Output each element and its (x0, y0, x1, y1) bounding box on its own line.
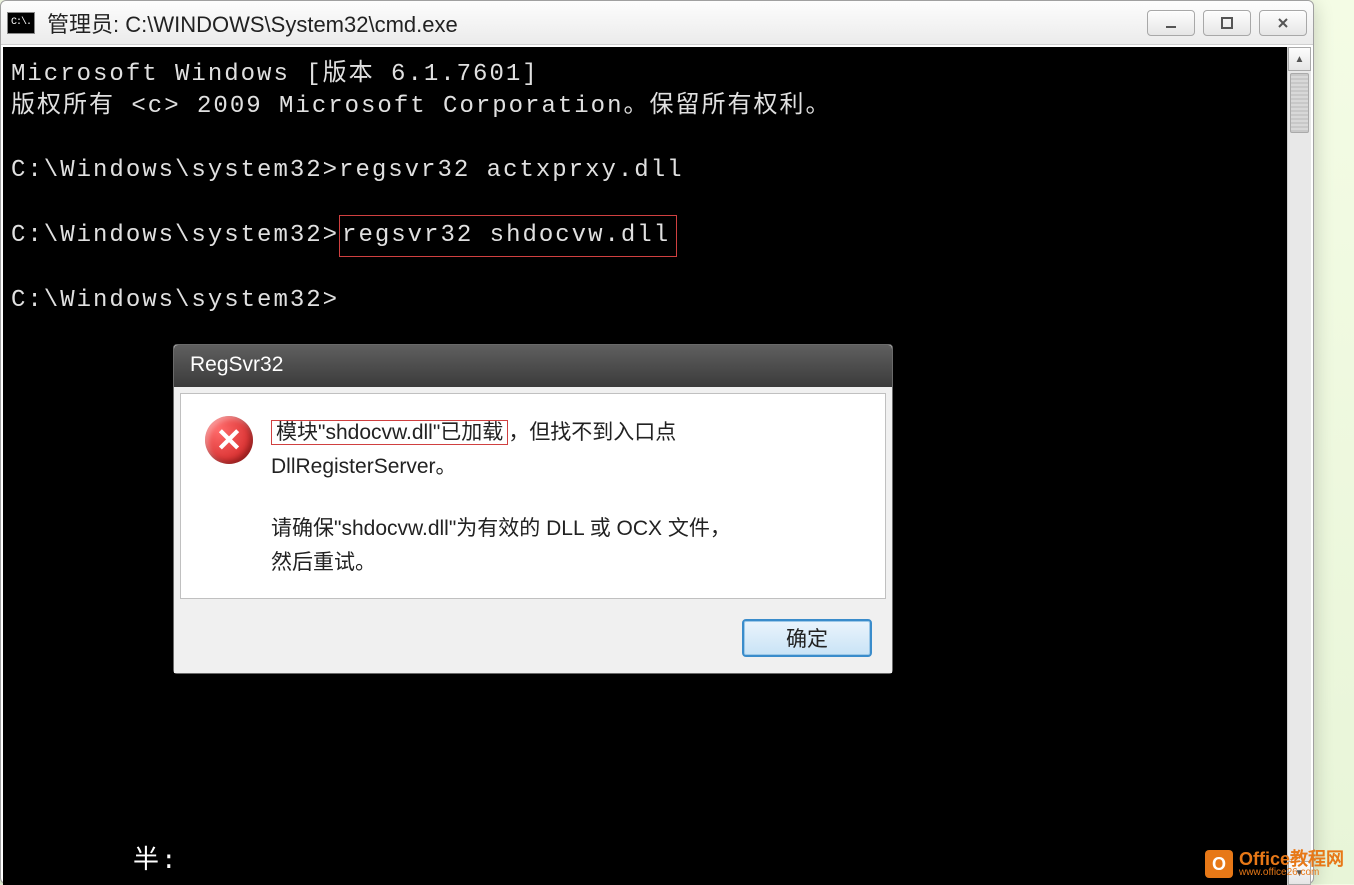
watermark-url: www.office26.com (1239, 868, 1344, 878)
command-text: regsvr32 actxprxy.dll (339, 157, 683, 184)
titlebar[interactable]: C:\. 管理员: C:\WINDOWS\System32\cmd.exe (1, 1, 1313, 45)
highlighted-message: 模块"shdocvw.dll"已加载 (271, 420, 508, 445)
terminal-line (11, 123, 1279, 155)
window-title: 管理员: C:\WINDOWS\System32\cmd.exe (47, 7, 458, 39)
close-button[interactable] (1259, 10, 1307, 36)
watermark-text: Office教程网 www.office26.com (1239, 850, 1344, 878)
dialog-message: 模块"shdocvw.dll"已加载，但找不到入口点 DllRegisterSe… (271, 416, 731, 580)
terminal-line: C:\Windows\system32> (11, 285, 1279, 317)
dialog-body: ✕ 模块"shdocvw.dll"已加载，但找不到入口点 DllRegister… (180, 393, 886, 599)
prompt: C:\Windows\system32> (11, 287, 339, 314)
message-line: 然后重试。 (271, 546, 731, 580)
regsvr32-dialog: RegSvr32 ✕ 模块"shdocvw.dll"已加载，但找不到入口点 Dl… (173, 344, 893, 674)
cmd-icon: C:\. (7, 12, 35, 34)
message-line: 模块"shdocvw.dll"已加载，但找不到入口点 (271, 416, 731, 450)
highlighted-command: regsvr32 shdocvw.dll (339, 215, 677, 257)
window-controls (1147, 10, 1307, 36)
error-icon: ✕ (205, 416, 253, 464)
dialog-button-row: 确定 (174, 605, 892, 673)
maximize-icon (1220, 16, 1234, 30)
dialog-content: ✕ 模块"shdocvw.dll"已加载，但找不到入口点 DllRegister… (205, 416, 861, 580)
maximize-button[interactable] (1203, 10, 1251, 36)
scroll-track[interactable] (1288, 71, 1311, 861)
terminal-line: 版权所有 <c> 2009 Microsoft Corporation。保留所有… (11, 91, 1279, 123)
scroll-thumb[interactable] (1290, 73, 1309, 133)
prompt: C:\Windows\system32> (11, 157, 339, 184)
vertical-scrollbar[interactable]: ▲ ▼ (1287, 47, 1311, 885)
scroll-up-button[interactable]: ▲ (1288, 47, 1311, 71)
ime-indicator: 半: (133, 845, 179, 877)
close-icon (1276, 16, 1290, 30)
watermark-title: Office教程网 (1239, 850, 1344, 868)
watermark-icon: O (1205, 850, 1233, 878)
message-line: 请确保"shdocvw.dll"为有效的 DLL 或 OCX 文件， (271, 512, 731, 546)
prompt: C:\Windows\system32> (11, 222, 339, 249)
watermark: O Office教程网 www.office26.com (1205, 850, 1344, 878)
terminal-line: C:\Windows\system32>regsvr32 actxprxy.dl… (11, 155, 1279, 187)
message-line: DllRegisterServer。 (271, 450, 731, 484)
terminal-line: Microsoft Windows [版本 6.1.7601] (11, 59, 1279, 91)
terminal-line (11, 253, 1279, 285)
minimize-button[interactable] (1147, 10, 1195, 36)
ok-button[interactable]: 确定 (742, 619, 872, 657)
dialog-title[interactable]: RegSvr32 (174, 345, 892, 387)
minimize-icon (1164, 16, 1178, 30)
terminal-line: C:\Windows\system32>regsvr32 shdocvw.dll (11, 219, 1279, 253)
message-text: ，但找不到入口点 (508, 421, 676, 444)
